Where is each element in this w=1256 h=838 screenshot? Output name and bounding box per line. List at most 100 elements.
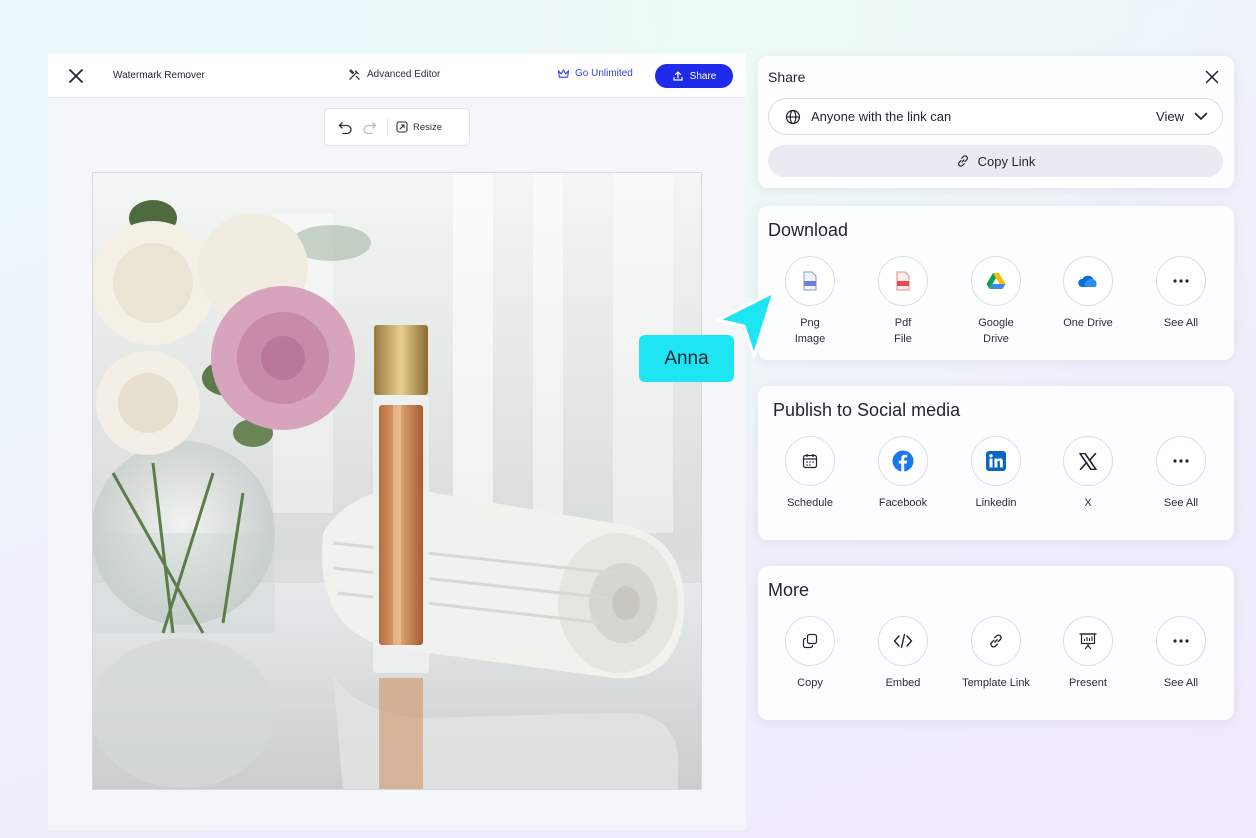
collaborator-name: Anna	[664, 347, 709, 369]
canvas-image[interactable]	[92, 172, 702, 790]
option-label: Embed	[885, 677, 921, 689]
more-icon	[1173, 639, 1189, 643]
google-drive-icon	[986, 273, 1006, 289]
code-icon	[893, 633, 913, 649]
option-circle	[971, 616, 1021, 666]
option-label: Copy	[797, 677, 823, 689]
resize-icon	[396, 121, 408, 133]
crown-icon	[557, 69, 570, 78]
close-icon[interactable]	[1205, 70, 1219, 84]
option-circle	[1156, 616, 1206, 666]
option-circle	[1063, 616, 1113, 666]
option-label: See All	[1163, 497, 1199, 509]
presentation-icon	[1079, 633, 1097, 650]
link-access-text: Anyone with the link can	[811, 109, 952, 124]
redo-icon	[362, 121, 376, 134]
share-panel-title: Share	[768, 69, 806, 85]
embed-button[interactable]: Embed	[863, 616, 943, 691]
close-icon[interactable]	[68, 68, 84, 84]
option-circle	[1156, 436, 1206, 486]
collaborator-name-tag: Anna	[639, 335, 734, 382]
option-circle	[1063, 256, 1113, 306]
facebook-icon	[892, 450, 914, 472]
share-panel: Share Anyone with the link can View Copy…	[758, 56, 1234, 188]
toolbar-divider	[387, 118, 388, 136]
redo-button[interactable]	[357, 115, 381, 139]
option-circle	[971, 436, 1021, 486]
option-circle	[785, 436, 835, 486]
canvas-toolbar: Resize	[324, 108, 470, 146]
social-panel: Publish to Social media Schedule Faceboo…	[758, 386, 1234, 540]
download-panel: Download Png Image Pdf File Google Drive…	[758, 206, 1234, 360]
copy-link-button[interactable]: Copy Link	[768, 145, 1223, 177]
download-see-all-button[interactable]: See All	[1141, 256, 1221, 331]
option-label: See All	[1163, 317, 1199, 329]
upload-icon	[673, 71, 683, 81]
download-google-drive-button[interactable]: Google Drive	[956, 256, 1036, 347]
linkedin-icon	[986, 451, 1006, 471]
more-title: More	[768, 580, 810, 600]
option-label: Schedule	[787, 497, 833, 509]
social-title: Publish to Social media	[773, 400, 961, 420]
download-png-button[interactable]: Png Image	[770, 256, 850, 347]
more-icon	[1173, 279, 1189, 283]
advanced-editor-button[interactable]: Advanced Editor	[348, 68, 440, 81]
resize-button[interactable]: Resize	[396, 121, 442, 133]
advanced-editor-label: Advanced Editor	[367, 69, 441, 80]
share-button[interactable]: Share	[655, 64, 733, 88]
share-button-label: Share	[689, 70, 717, 82]
option-circle	[971, 256, 1021, 306]
undo-button[interactable]	[333, 115, 357, 139]
pdf-file-icon	[896, 271, 910, 291]
facebook-button[interactable]: Facebook	[863, 436, 943, 511]
option-label: Facebook	[878, 497, 928, 509]
calendar-icon	[802, 454, 818, 469]
option-circle	[878, 616, 928, 666]
option-label: Present	[1069, 677, 1107, 689]
x-logo-icon	[1079, 452, 1097, 470]
png-file-icon	[803, 271, 817, 291]
option-circle	[1063, 436, 1113, 486]
copy-button[interactable]: Copy	[770, 616, 850, 691]
link-access-select[interactable]: Anyone with the link can View	[768, 98, 1223, 135]
option-label: Google Drive	[978, 317, 1014, 345]
undo-icon	[338, 121, 352, 134]
more-see-all-button[interactable]: See All	[1141, 616, 1221, 691]
editor-topbar: Watermark Remover Advanced Editor Go Unl…	[48, 54, 746, 98]
download-onedrive-button[interactable]: One Drive	[1048, 256, 1128, 331]
option-circle	[785, 256, 835, 306]
option-label: Template Link	[962, 677, 1030, 689]
globe-icon	[785, 109, 801, 124]
editor-window: Watermark Remover Advanced Editor Go Unl…	[48, 54, 746, 830]
template-link-button[interactable]: Template Link	[956, 616, 1036, 691]
option-label: See All	[1163, 677, 1199, 689]
option-circle	[878, 436, 928, 486]
option-circle	[785, 616, 835, 666]
more-icon	[1173, 459, 1189, 463]
x-button[interactable]: X	[1048, 436, 1128, 511]
option-label: Linkedin	[975, 497, 1017, 509]
tools-icon	[349, 69, 360, 80]
download-pdf-button[interactable]: Pdf File	[863, 256, 943, 347]
option-circle	[1156, 256, 1206, 306]
go-unlimited-button[interactable]: Go Unlimited	[557, 68, 633, 79]
onedrive-icon	[1078, 275, 1097, 287]
app-title: Watermark Remover	[113, 70, 205, 81]
download-title: Download	[768, 220, 849, 240]
option-label: X	[1084, 497, 1092, 509]
social-see-all-button[interactable]: See All	[1141, 436, 1221, 511]
product-photo	[93, 173, 701, 789]
chevron-down-icon	[1194, 112, 1208, 120]
link-access-role: View	[1156, 109, 1184, 124]
more-panel: More Copy Embed Template Link Present Se…	[758, 566, 1234, 720]
option-label: One Drive	[1063, 317, 1113, 329]
copy-icon	[802, 633, 818, 649]
link-icon	[957, 155, 968, 167]
resize-label: Resize	[413, 121, 443, 133]
copy-link-label: Copy Link	[977, 153, 1036, 169]
schedule-button[interactable]: Schedule	[770, 436, 850, 511]
present-button[interactable]: Present	[1048, 616, 1128, 691]
link-icon	[990, 634, 1002, 648]
linkedin-button[interactable]: Linkedin	[956, 436, 1036, 511]
go-unlimited-label: Go Unlimited	[575, 68, 633, 79]
